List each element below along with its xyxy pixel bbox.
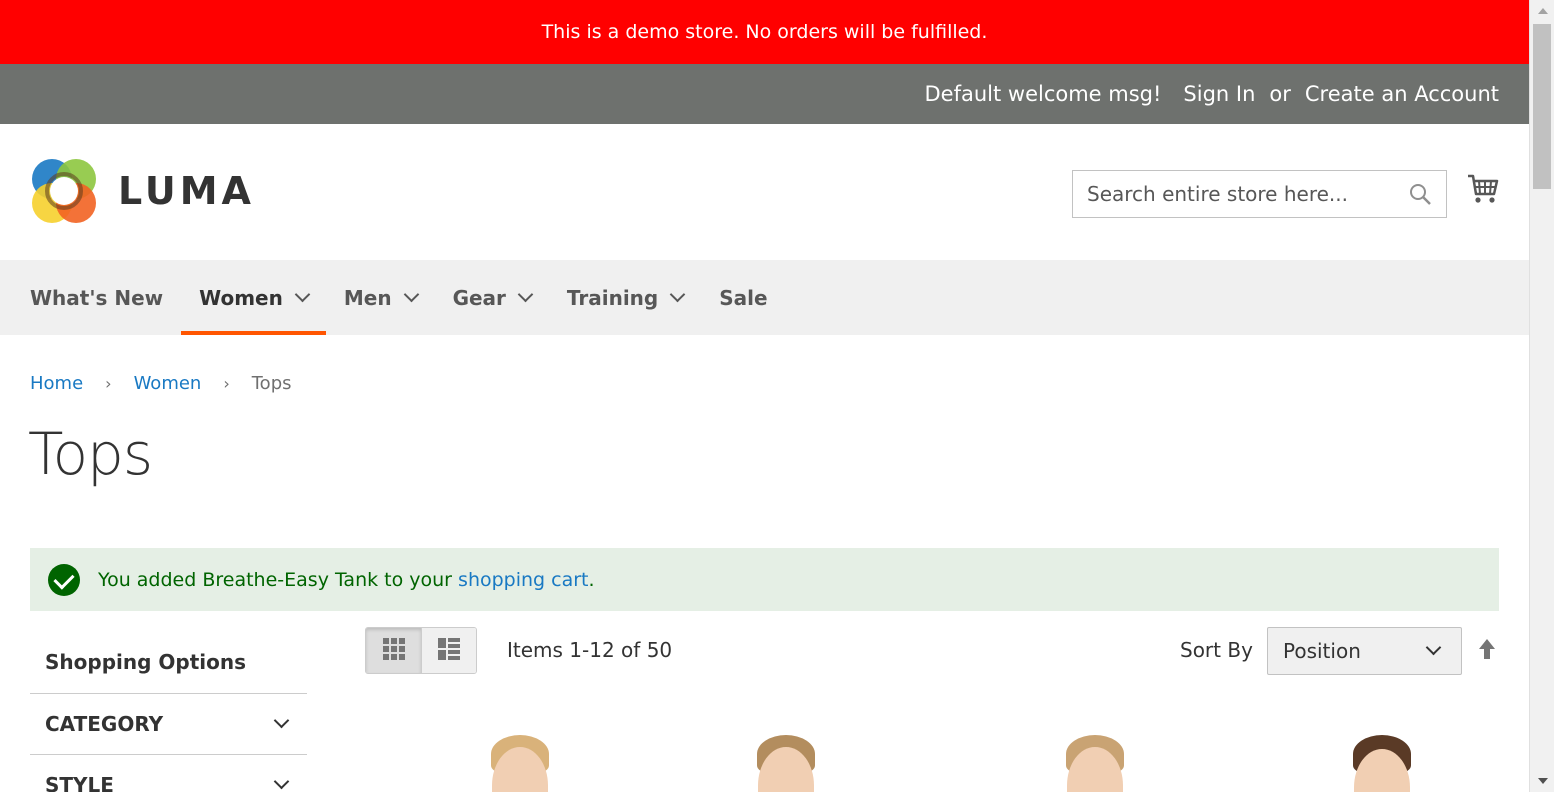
shopping-cart-icon[interactable] xyxy=(1466,172,1500,210)
list-icon xyxy=(437,637,461,665)
chevron-down-icon xyxy=(403,286,419,303)
filter-label: Style xyxy=(45,773,114,792)
nav-item-sale[interactable]: Sale xyxy=(701,260,785,335)
chevron-down-icon xyxy=(294,286,311,303)
sort-by-value: Position xyxy=(1283,639,1361,663)
nav-item-men[interactable]: Men xyxy=(326,260,435,335)
nav-item-label: Men xyxy=(343,285,392,310)
luma-logo-icon xyxy=(30,157,98,225)
product-image[interactable] xyxy=(410,725,580,792)
page: This is a demo store. No orders will be … xyxy=(0,0,1529,792)
nav-item-label: Training xyxy=(566,285,659,310)
message-text: You added Breathe-Easy Tank to your shop… xyxy=(98,569,595,591)
product-image[interactable] xyxy=(700,725,870,792)
header-panel: Default welcome msg! Sign In or Create a… xyxy=(0,64,1529,124)
nav-item-label: Sale xyxy=(719,285,768,310)
page-scrollbar[interactable] xyxy=(1529,0,1554,792)
success-message: You added Breathe-Easy Tank to your shop… xyxy=(30,548,1499,611)
breadcrumb-home-link[interactable]: Home xyxy=(30,373,83,394)
grid-view-button[interactable] xyxy=(366,628,421,673)
create-account-link[interactable]: Create an Account xyxy=(1305,82,1499,106)
product-image[interactable] xyxy=(1300,725,1470,792)
chevron-down-icon xyxy=(273,773,290,789)
filter-style[interactable]: Style xyxy=(30,754,307,792)
search-icon[interactable] xyxy=(1408,182,1432,206)
message-prefix: You added Breathe-Easy Tank to your xyxy=(98,568,459,591)
header-content: LUMA xyxy=(0,124,1529,260)
breadcrumb: Home › Women › Tops xyxy=(30,373,292,394)
demo-notice-banner: This is a demo store. No orders will be … xyxy=(0,0,1529,64)
view-modes xyxy=(365,627,477,674)
chevron-right-icon: › xyxy=(223,374,230,393)
welcome-message: Default welcome msg! xyxy=(924,82,1162,106)
scroll-up-arrow-icon[interactable] xyxy=(1538,8,1548,14)
product-image[interactable] xyxy=(1010,725,1180,792)
main-navigation: What's New Women Men Gear Training Sale xyxy=(0,260,1529,335)
breadcrumb-current: Tops xyxy=(251,373,292,394)
sort-by-label: Sort By xyxy=(1180,638,1253,662)
chevron-right-icon: › xyxy=(105,374,112,393)
nav-item-training[interactable]: Training xyxy=(549,260,701,335)
or-separator: or xyxy=(1269,82,1291,106)
success-check-icon xyxy=(48,563,80,596)
page-title: Tops xyxy=(28,420,153,488)
shopping-options-title: Shopping Options xyxy=(45,649,247,674)
shopping-cart-link[interactable]: shopping cart xyxy=(458,569,588,591)
demo-notice-text: This is a demo store. No orders will be … xyxy=(541,21,988,43)
message-suffix: . xyxy=(588,568,595,591)
scrollbar-thumb[interactable] xyxy=(1533,24,1551,189)
search-box xyxy=(1072,170,1447,218)
filter-label: Category xyxy=(45,712,164,736)
breadcrumb-women-link[interactable]: Women xyxy=(134,373,202,394)
list-view-button[interactable] xyxy=(421,628,476,673)
chevron-down-icon xyxy=(273,712,290,728)
sign-in-link[interactable]: Sign In xyxy=(1183,82,1255,106)
toolbar-amount: Items 1-12 of 50 xyxy=(507,638,673,662)
search-input[interactable] xyxy=(1087,182,1397,206)
sidebar: Shopping Options Category Style xyxy=(30,630,307,792)
scroll-down-arrow-icon[interactable] xyxy=(1538,778,1548,784)
sort-direction-arrow-icon[interactable] xyxy=(1477,637,1497,665)
nav-item-label: Women xyxy=(199,285,283,310)
nav-item-gear[interactable]: Gear xyxy=(435,260,549,335)
chevron-down-icon xyxy=(517,286,534,303)
sort-by-select[interactable]: Position xyxy=(1267,627,1462,675)
logo-text: LUMA xyxy=(118,169,255,213)
nav-item-women[interactable]: Women xyxy=(181,260,326,335)
nav-item-label: Gear xyxy=(452,285,506,310)
filter-category[interactable]: Category xyxy=(30,693,307,754)
chevron-down-icon xyxy=(1425,639,1442,656)
chevron-down-icon xyxy=(669,286,686,303)
nav-item-whats-new[interactable]: What's New xyxy=(12,260,181,335)
grid-icon xyxy=(382,637,406,665)
nav-item-label: What's New xyxy=(30,285,164,310)
store-logo[interactable]: LUMA xyxy=(30,157,255,225)
